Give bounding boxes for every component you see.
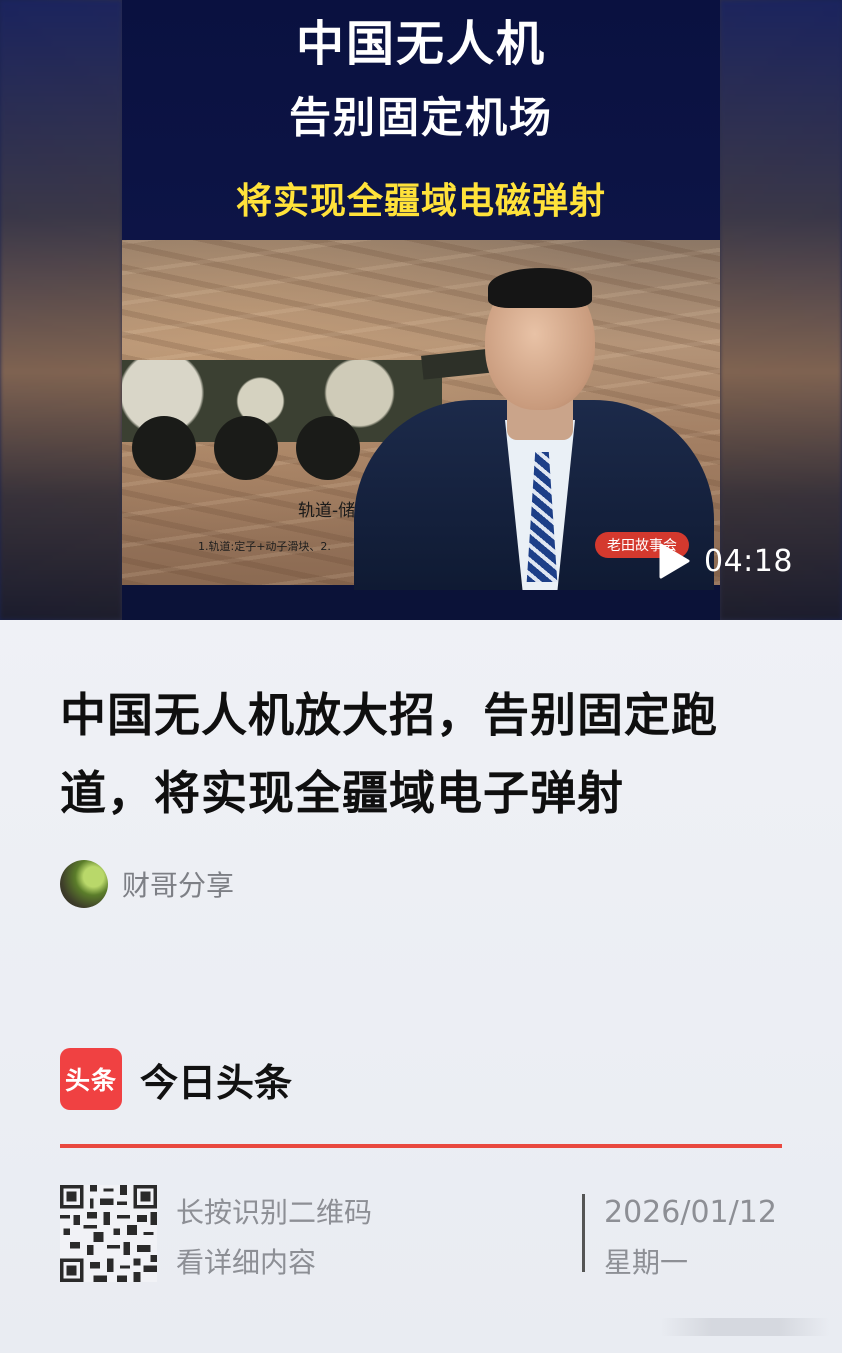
publish-weekday: 星期一 (604, 1246, 689, 1279)
qr-code-icon[interactable] (60, 1185, 157, 1282)
vehicle-wheel (296, 416, 360, 480)
footer-separator (582, 1194, 585, 1272)
article-title[interactable]: 中国无人机放大招，告别固定跑道，将实现全疆域电子弹射 (60, 676, 760, 832)
video-frame: 中国无人机 告别固定机场 将实现全疆域电磁弹射 轨道-储能 1.轨道:定子+动子… (122, 0, 720, 620)
video-blur-left (0, 0, 122, 620)
scene-caption: 轨道-储能 (298, 501, 373, 521)
vehicle-wheel (214, 416, 278, 480)
video-headline-line2: 告别固定机场 (288, 93, 553, 142)
publish-date: 2026/01/12 (604, 1195, 777, 1230)
brand-row: 头条 今日头条 (60, 1048, 292, 1110)
qr-hint-line1: 长按识别二维码 (176, 1196, 373, 1229)
video-headline-panel: 中国无人机 告别固定机场 将实现全疆域电磁弹射 (122, 0, 720, 240)
video-headline-line3: 将实现全疆域电磁弹射 (235, 181, 606, 222)
brand-divider (60, 1144, 782, 1148)
video-player[interactable]: 中国无人机 告别固定机场 将实现全疆域电磁弹射 轨道-储能 1.轨道:定子+动子… (0, 0, 842, 620)
qr-hint-line2: 看详细内容 (176, 1246, 317, 1279)
toutiao-logo-icon: 头条 (60, 1048, 122, 1110)
video-blur-right (720, 0, 842, 620)
scene-subcaption: 1.轨道:定子+动子滑块、2. (198, 540, 331, 553)
video-duration: 04:18 (704, 543, 793, 579)
play-icon[interactable] (658, 543, 690, 579)
vehicle-wheel (132, 416, 196, 480)
bottom-watermark (660, 1318, 830, 1336)
author-name[interactable]: 财哥分享 (122, 864, 234, 904)
date-block: 2026/01/12 星期一 (604, 1188, 777, 1288)
avatar[interactable] (60, 860, 108, 908)
author-row[interactable]: 财哥分享 (60, 860, 234, 908)
play-control[interactable]: 04:18 (658, 543, 793, 579)
video-headline-line1: 中国无人机 (295, 16, 546, 72)
brand-name: 今日头条 (140, 1060, 293, 1105)
qr-hint: 长按识别二维码 看详细内容 (176, 1188, 372, 1288)
